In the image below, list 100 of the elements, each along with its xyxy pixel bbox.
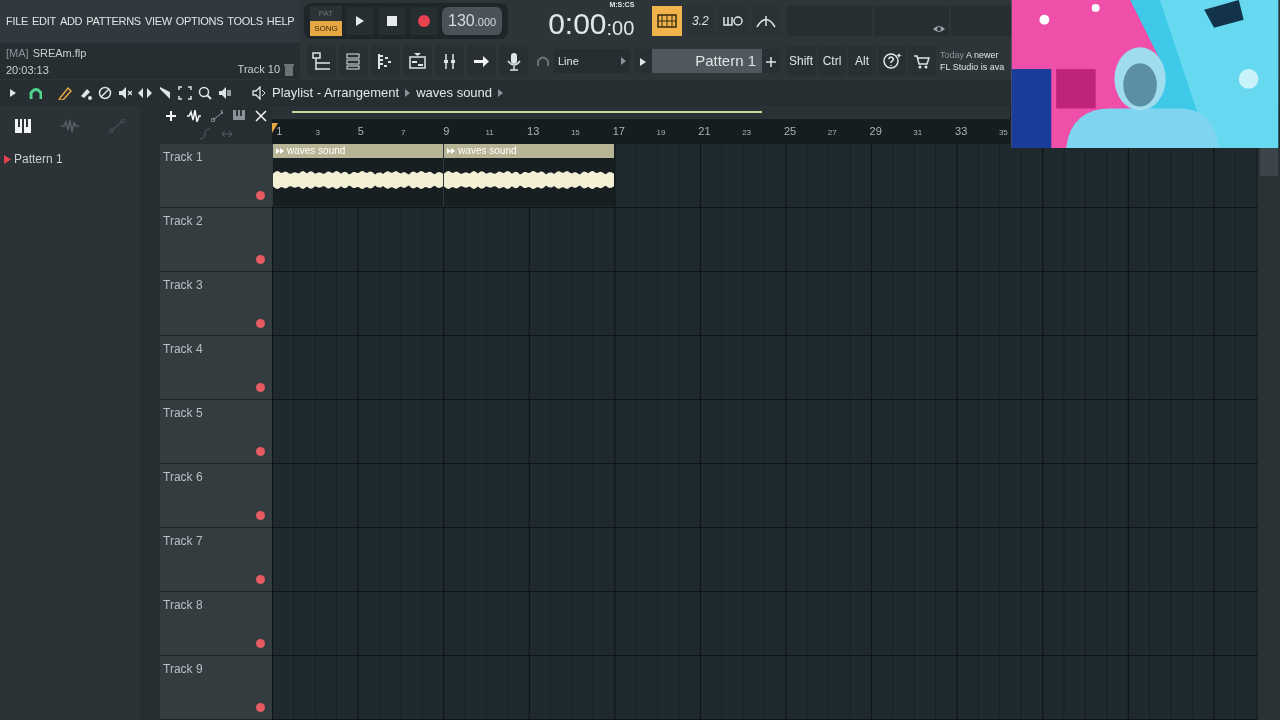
play-button[interactable] bbox=[346, 7, 374, 35]
channel-rack-button[interactable] bbox=[339, 45, 368, 77]
record-arm-icon[interactable] bbox=[256, 703, 265, 712]
menu-item[interactable]: FILE bbox=[6, 12, 29, 30]
news-text: FL Studio is ava bbox=[940, 61, 1006, 73]
pencil-icon[interactable] bbox=[58, 86, 72, 100]
bar-number: 11 bbox=[485, 127, 494, 139]
piano-roll-button[interactable] bbox=[371, 45, 400, 77]
recording-button[interactable] bbox=[499, 45, 528, 77]
menu-item[interactable]: TOOLS bbox=[227, 12, 263, 30]
news-text: A newer bbox=[966, 50, 999, 60]
bar-number: 31 bbox=[913, 127, 923, 139]
record-arm-icon[interactable] bbox=[256, 191, 265, 200]
track-header[interactable]: Track 3 bbox=[160, 272, 272, 336]
record-arm-icon[interactable] bbox=[256, 255, 265, 264]
pattern-arrow-button[interactable] bbox=[634, 49, 652, 73]
piano-keys-icon[interactable] bbox=[15, 119, 31, 133]
record-arm-icon[interactable] bbox=[256, 639, 265, 648]
horizontal-scrollbar[interactable] bbox=[272, 106, 1010, 119]
record-arm-icon[interactable] bbox=[256, 319, 265, 328]
menu-item[interactable]: VIEW bbox=[144, 12, 172, 30]
modifier-key-button[interactable]: Shift bbox=[786, 46, 816, 76]
record-arm-icon[interactable] bbox=[256, 511, 265, 520]
bar-number: 29 bbox=[869, 123, 882, 139]
folder-tree-icon bbox=[312, 51, 331, 71]
timeline-ruler[interactable]: 1 3 5 7 9 11 13 15 17 19 21 23 25 27 29 31 33 35 bbox=[272, 118, 1010, 144]
bar-number: 33 bbox=[955, 123, 968, 139]
record-arm-icon[interactable] bbox=[256, 447, 265, 456]
stop-icon bbox=[387, 16, 397, 26]
track-header[interactable]: Track 1 bbox=[160, 144, 272, 208]
zoom-icon[interactable] bbox=[198, 86, 212, 100]
select-icon[interactable] bbox=[178, 86, 192, 100]
track-name: Track 1 bbox=[163, 150, 203, 164]
next-button[interactable] bbox=[467, 45, 496, 77]
record-arm-icon[interactable] bbox=[256, 575, 265, 584]
paint-icon[interactable] bbox=[78, 86, 92, 100]
modifier-key-button[interactable]: Ctrl bbox=[818, 46, 846, 76]
clip-arrow-icon bbox=[276, 148, 284, 155]
clip-name: waves sound bbox=[287, 145, 346, 156]
bar-number: 13 bbox=[527, 123, 540, 139]
track-header[interactable]: Track 8 bbox=[160, 592, 272, 656]
menu-item[interactable]: ADD bbox=[59, 12, 83, 30]
project-time: 20:03:13 bbox=[6, 62, 50, 78]
breadcrumb-item[interactable]: waves sound bbox=[416, 83, 493, 103]
track-header[interactable]: Track 7 bbox=[160, 528, 272, 592]
browser-button[interactable] bbox=[307, 45, 336, 77]
bar-number: 23 bbox=[742, 127, 752, 139]
magnet-icon[interactable] bbox=[28, 86, 42, 100]
track-header[interactable]: Track 9 bbox=[160, 656, 272, 720]
track-header[interactable]: Track 4 bbox=[160, 336, 272, 400]
track-name: Track 4 bbox=[163, 342, 203, 356]
track-header[interactable]: Track 5 bbox=[160, 400, 272, 464]
project-tag: [MA] bbox=[6, 45, 29, 62]
clip-name: waves sound bbox=[458, 145, 517, 156]
slice-icon[interactable] bbox=[158, 86, 172, 100]
scrollbar-thumb[interactable] bbox=[1260, 148, 1278, 176]
track-header[interactable]: Track 6 bbox=[160, 464, 272, 528]
menu-item[interactable]: EDIT bbox=[32, 12, 56, 30]
bar-number: 5 bbox=[357, 123, 364, 139]
pattern-selector[interactable]: Pattern 1 bbox=[652, 49, 762, 73]
add-pattern-button[interactable] bbox=[762, 49, 780, 73]
caret-icon bbox=[4, 154, 11, 164]
help-icon bbox=[882, 52, 902, 71]
metronome-button[interactable] bbox=[652, 6, 683, 36]
mute-icon[interactable] bbox=[118, 86, 132, 100]
add-icon[interactable] bbox=[165, 110, 177, 122]
help-button[interactable] bbox=[878, 46, 906, 76]
shop-button[interactable] bbox=[908, 46, 936, 76]
breadcrumb-item[interactable]: Playlist - Arrangement bbox=[272, 83, 400, 103]
delete-icon[interactable] bbox=[98, 86, 112, 100]
playlist-button[interactable] bbox=[403, 45, 432, 77]
stop-button[interactable] bbox=[378, 7, 406, 35]
track-name: Track 5 bbox=[163, 406, 203, 420]
menu-item[interactable]: HELP bbox=[266, 12, 295, 30]
bar-number: 7 bbox=[401, 127, 406, 139]
record-arm-icon[interactable] bbox=[256, 383, 265, 392]
mixer-button[interactable] bbox=[435, 45, 464, 77]
menu-item[interactable]: OPTIONS bbox=[175, 12, 224, 30]
slip-icon[interactable] bbox=[138, 86, 152, 100]
eye-icon bbox=[933, 25, 946, 33]
menu-item[interactable]: PATTERNS bbox=[86, 12, 141, 30]
close-icon[interactable] bbox=[255, 110, 267, 122]
arc-pin-icon bbox=[756, 14, 777, 28]
input-dropdown[interactable]: Line bbox=[554, 49, 630, 73]
mode-toggle[interactable]: SONG bbox=[310, 21, 342, 36]
playlist-icon bbox=[408, 51, 427, 71]
track-name: Track 3 bbox=[163, 278, 203, 292]
record-button[interactable] bbox=[410, 7, 438, 35]
pattern-list-item[interactable]: Pattern 1 bbox=[0, 146, 140, 172]
tempo-field[interactable]: 130.000 bbox=[442, 7, 503, 35]
play-icon bbox=[355, 15, 365, 27]
playback-icon[interactable] bbox=[218, 86, 232, 100]
vertical-scrollbar[interactable] bbox=[1258, 148, 1280, 720]
track-header[interactable]: Track 2 bbox=[160, 208, 272, 272]
modifier-key-button[interactable]: Alt bbox=[848, 46, 876, 76]
track-name: Track 9 bbox=[163, 662, 203, 676]
scrollbar-thumb[interactable] bbox=[292, 111, 762, 113]
track-name: Track 2 bbox=[163, 214, 203, 228]
automation-icon[interactable] bbox=[211, 110, 223, 122]
caret-icon bbox=[640, 57, 646, 66]
